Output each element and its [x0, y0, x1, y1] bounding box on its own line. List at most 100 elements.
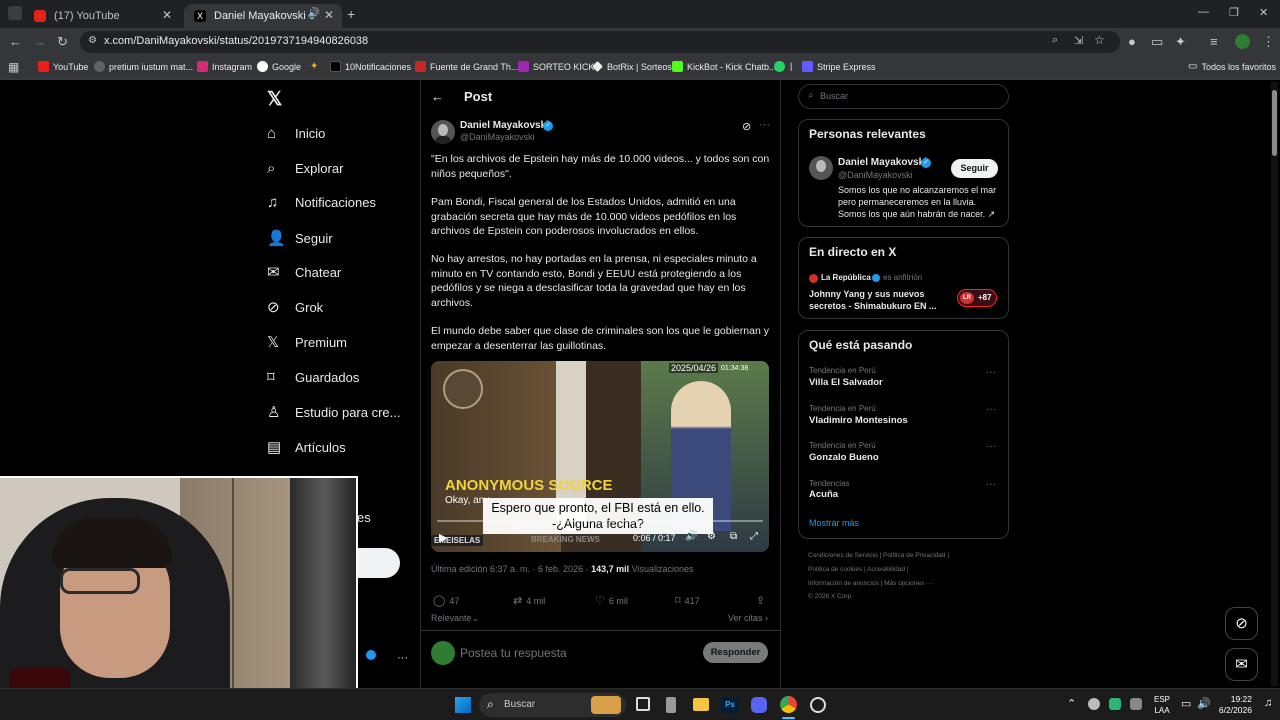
live-source[interactable]: La República	[821, 273, 871, 282]
footer-line[interactable]: Condiciones de Servicio | Política de Pr…	[808, 552, 949, 559]
extensions-puzzle-icon[interactable]: ✦	[1175, 34, 1186, 50]
nav-chatear[interactable]: ✉ Chatear	[267, 260, 341, 284]
like-action[interactable]: ♡ 6 mil	[595, 594, 628, 607]
audio-playing-icon[interactable]: 🔊	[308, 8, 320, 19]
nav-articulos[interactable]: ▤ Artículos	[267, 435, 346, 459]
forward-icon[interactable]: →	[33, 34, 46, 49]
file-explorer-icon[interactable]	[693, 698, 709, 711]
bookmark-youtube[interactable]: YouTube	[38, 61, 88, 72]
windows-start-icon[interactable]	[455, 697, 471, 713]
nav-estudio[interactable]: ♙ Estudio para cre...	[267, 400, 401, 424]
notification-bell-icon[interactable]: ♫	[1264, 697, 1272, 709]
chrome-icon[interactable]	[780, 696, 797, 713]
trend-name[interactable]: Villa El Salvador	[809, 377, 883, 388]
media-icon[interactable]: ≡	[1210, 34, 1218, 49]
bookmark-star-icon[interactable]: ☆	[1094, 33, 1105, 47]
clock[interactable]: 19:22 6/2/2026	[1219, 694, 1252, 716]
tray-chevron-icon[interactable]: ⌃	[1067, 697, 1076, 710]
bookmark-pretium[interactable]: pretium iustum mat...	[94, 61, 193, 72]
bookmark-sorteo-kick[interactable]: SORTEO KICK	[518, 61, 594, 72]
nav-guardados[interactable]: ⌑ Guardados	[267, 365, 359, 389]
live-space-title[interactable]: Johnny Yang y sus nuevos secretos - Shim…	[809, 288, 949, 312]
tab-strip-menu-icon[interactable]	[8, 6, 22, 20]
tray-app-icon-1[interactable]	[1088, 698, 1100, 710]
trend-name[interactable]: Acuña	[809, 489, 838, 500]
photoshop-icon[interactable]: Ps	[722, 697, 738, 713]
close-window-icon[interactable]: ✕	[1259, 6, 1268, 19]
apps-grid-icon[interactable]: ▦	[8, 60, 19, 74]
page-scrollbar[interactable]	[1271, 82, 1278, 686]
tab-youtube[interactable]: (17) YouTube ✕	[24, 4, 180, 28]
video-player[interactable]: 2025/04/26 01:34:38 ANONYMOUS SOURCE Oka…	[431, 361, 769, 552]
taskbar-search[interactable]: ⌕ Buscar	[479, 693, 626, 717]
settings-icon[interactable]: ⚙	[707, 531, 716, 542]
reply-action[interactable]: ◯ 47	[433, 594, 459, 607]
install-icon[interactable]: ⇲	[1074, 34, 1083, 47]
volume-icon[interactable]: 🔊	[685, 531, 697, 542]
whatsapp-icon[interactable]	[774, 61, 785, 72]
extension-icon-2[interactable]: ▭	[1151, 34, 1163, 50]
post-more-icon[interactable]: ···	[759, 119, 770, 131]
minimize-icon[interactable]: —	[1198, 6, 1209, 18]
follow-button[interactable]: Seguir	[951, 159, 998, 178]
zoom-icon[interactable]: ⌕	[1052, 34, 1058, 47]
tray-app-icon-3[interactable]	[1130, 698, 1142, 710]
nav-inicio[interactable]: ⌂ Inicio	[267, 121, 325, 145]
all-bookmarks-folder[interactable]: ▭ Todos los favoritos	[1188, 61, 1276, 72]
close-tab-icon[interactable]: ✕	[324, 8, 334, 22]
video-progress-bar[interactable]	[437, 520, 763, 522]
nav-premium[interactable]: 𝕏 Premium	[267, 330, 347, 354]
footer-line[interactable]: Información de anuncios | Más opciones ·…	[808, 580, 933, 587]
network-icon[interactable]: ▭	[1181, 697, 1191, 710]
pip-icon[interactable]: ⧉	[730, 531, 737, 542]
author-name[interactable]: Daniel Mayakovski	[460, 120, 549, 131]
bookmark-botrix[interactable]: BotRix | Sorteos	[592, 61, 672, 72]
obs-icon[interactable]	[810, 697, 826, 713]
trend-more-icon[interactable]: ···	[986, 441, 996, 452]
scrollbar-thumb[interactable]	[1272, 90, 1277, 156]
person-avatar[interactable]	[809, 156, 833, 180]
search-box[interactable]: ⌕ Buscar	[798, 84, 1009, 109]
author-handle[interactable]: @DaniMayakovski	[460, 132, 535, 142]
footer-line[interactable]: Política de cookies | Accesibilidad |	[808, 566, 909, 573]
relevance-dropdown[interactable]: Relevante⌄	[431, 613, 479, 624]
back-icon[interactable]: ←	[9, 34, 22, 49]
messages-float-button[interactable]: ✉	[1225, 648, 1258, 681]
play-icon[interactable]: ▶	[439, 531, 447, 544]
repost-action[interactable]: ⇄ 4 mil	[513, 594, 545, 607]
address-bar[interactable]: ⚙ x.com/DaniMayakovski/status/2019737194…	[80, 31, 1120, 53]
bookmark-google[interactable]: Google	[257, 61, 301, 72]
nav-notificaciones[interactable]: ♫ Notificaciones	[267, 190, 376, 214]
close-tab-icon[interactable]: ✕	[162, 8, 172, 22]
task-view-icon[interactable]	[636, 697, 650, 711]
edit-timestamp[interactable]: Última edición 6:37 a. m. · 6 feb. 2026 …	[431, 564, 591, 574]
grok-explain-icon[interactable]: ⊘	[742, 120, 751, 133]
bookmark-fuente-gta[interactable]: Fuente de Grand Th...	[415, 61, 518, 72]
reply-button[interactable]: Responder	[703, 642, 768, 663]
taskbar-app-icon[interactable]	[666, 697, 676, 713]
share-action[interactable]: ⇪	[756, 594, 765, 607]
bookmark-stripe[interactable]: Stripe Express	[802, 61, 876, 72]
bookmark-instagram[interactable]: Instagram	[197, 61, 252, 72]
reply-input[interactable]: Postea tu respuesta	[460, 646, 567, 660]
author-avatar[interactable]	[431, 120, 455, 144]
bookmark-action[interactable]: ⌑ 417	[675, 594, 700, 607]
new-tab-button[interactable]: +	[347, 6, 355, 22]
trend-more-icon[interactable]: ···	[986, 367, 996, 378]
menu-icon[interactable]: ⋮	[1262, 34, 1275, 50]
tray-app-icon-2[interactable]	[1109, 698, 1121, 710]
url-text[interactable]: x.com/DaniMayakovski/status/201973719494…	[104, 35, 368, 47]
nav-grok[interactable]: ⊘ Grok	[267, 295, 323, 319]
account-more-icon[interactable]: ···	[397, 652, 408, 664]
show-more-link[interactable]: Mostrar más	[809, 518, 859, 528]
quotes-link[interactable]: Ver citas ›	[728, 613, 768, 623]
site-info-icon[interactable]: ⚙	[88, 35, 97, 46]
language-indicator[interactable]: ESP LAA	[1154, 694, 1170, 716]
back-arrow-icon[interactable]: ←	[431, 89, 444, 104]
bookmark-10notificaciones[interactable]: 10Notificaciones	[330, 61, 411, 72]
restore-icon[interactable]: ❐	[1229, 6, 1239, 19]
person-name[interactable]: Daniel Mayakovski	[838, 157, 927, 168]
fullscreen-icon[interactable]: ⤢	[750, 531, 758, 542]
nav-seguir[interactable]: 👤 Seguir	[267, 226, 333, 250]
x-logo-icon[interactable]: 𝕏	[267, 88, 282, 111]
